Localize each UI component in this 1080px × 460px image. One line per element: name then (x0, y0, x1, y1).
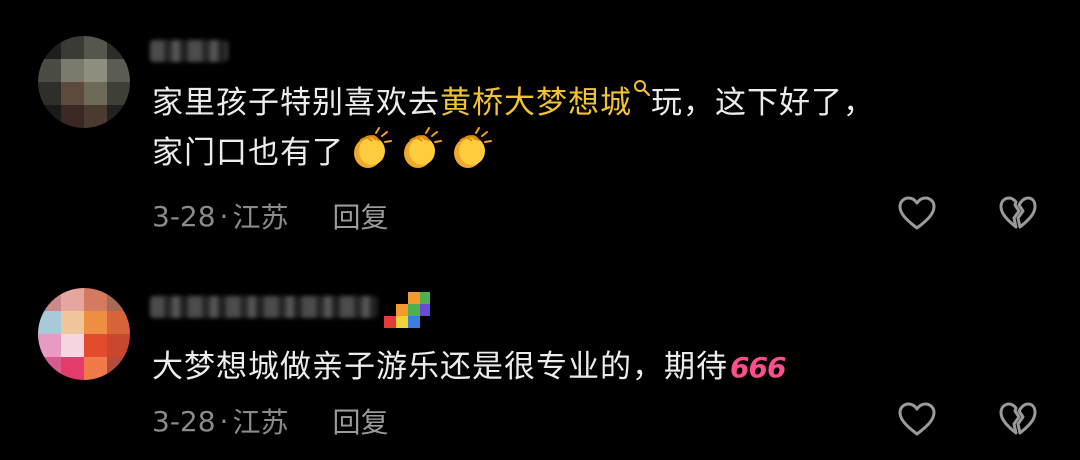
comment-meta: 3-28 · 江苏 回复 (152, 196, 388, 236)
avatar[interactable] (38, 288, 130, 380)
comment-text: 大梦想城做亲子游乐还是很专业的，期待666 (152, 343, 1032, 392)
comment-text-line2: 家门口也有了 (152, 135, 344, 171)
comment-text-after-link: 玩，这下好了， (651, 85, 875, 121)
avatar[interactable] (38, 36, 130, 128)
comment-location: 江苏 (232, 201, 289, 234)
clapping-hands-icon (396, 127, 444, 185)
reply-button[interactable]: 回复 (332, 401, 388, 441)
comment-text-before-link: 家里孩子特别喜欢去 (152, 85, 440, 121)
comment-meta: 3-28 · 江苏 回复 (152, 401, 388, 441)
comment-item: 家里孩子特别喜欢去黄桥大梦想城 玩，这下好了， 家门口也有了 3-28 · 江苏 … (0, 0, 1080, 250)
comment-item: 大梦想城做亲子游乐还是很专业的，期待666 3-28 · 江苏 回复 (0, 250, 1080, 460)
heart-icon[interactable] (897, 194, 937, 234)
place-link[interactable]: 黄桥大梦想城 (440, 85, 632, 121)
comment-date: 3-28 (152, 199, 216, 233)
meta-separator: · (219, 404, 229, 438)
broken-heart-icon[interactable] (998, 400, 1038, 440)
rainbow-icon (384, 292, 430, 328)
emoji-666: 666 (730, 351, 786, 384)
comment-text: 家里孩子特别喜欢去黄桥大梦想城 玩，这下好了， 家门口也有了 (152, 79, 1032, 185)
search-icon[interactable] (633, 79, 651, 97)
broken-heart-icon[interactable] (998, 194, 1038, 234)
comment-text-body: 大梦想城做亲子游乐还是很专业的，期待 (152, 349, 728, 385)
clapping-hands-icon (346, 127, 394, 185)
clapping-hands-icon (446, 127, 494, 185)
username[interactable] (150, 40, 228, 62)
comment-date: 3-28 (152, 404, 216, 438)
username[interactable] (150, 296, 378, 318)
reply-button[interactable]: 回复 (332, 196, 388, 236)
meta-separator: · (219, 199, 229, 233)
heart-icon[interactable] (897, 400, 937, 440)
comment-location: 江苏 (232, 406, 289, 439)
